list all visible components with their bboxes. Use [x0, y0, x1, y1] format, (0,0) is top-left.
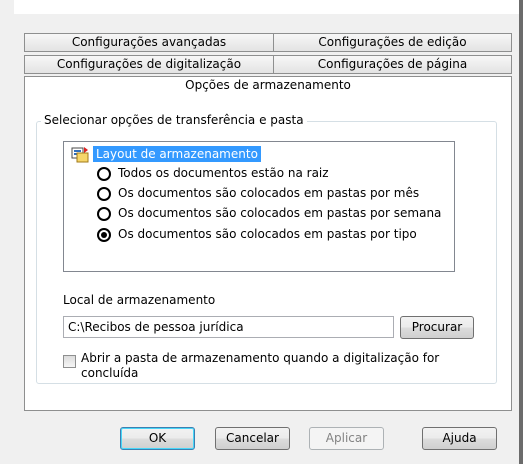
radio-button[interactable]	[97, 207, 111, 221]
radio-label: Os documentos são colocados em pastas po…	[118, 206, 442, 220]
radio-selected-dot	[101, 232, 107, 238]
radio-label: Os documentos são colocados em pastas po…	[118, 227, 417, 241]
folder-layout-icon	[71, 147, 89, 163]
groupbox-title: Selecionar opções de transferência e pas…	[41, 113, 307, 128]
cancel-button[interactable]: Cancelar	[215, 427, 290, 450]
radio-button[interactable]	[97, 187, 111, 201]
radio-button[interactable]	[97, 167, 111, 181]
help-button[interactable]: Ajuda	[422, 427, 497, 450]
tab-edit-settings[interactable]: Configurações de edição	[273, 33, 512, 52]
ok-button[interactable]: OK	[120, 427, 195, 450]
tab-page-settings[interactable]: Configurações de página	[273, 55, 512, 74]
browse-button[interactable]: Procurar	[400, 316, 474, 339]
tree-root-storage-layout[interactable]: Layout de armazenamento	[93, 146, 261, 162]
apply-button[interactable]: Aplicar	[309, 427, 384, 450]
window-right-edge	[519, 0, 523, 464]
storage-location-label: Local de armazenamento	[63, 293, 216, 307]
tab-advanced-settings[interactable]: Configurações avançadas	[24, 33, 274, 52]
window-top-area	[0, 0, 523, 14]
radio-label: Todos os documentos estão na raiz	[118, 166, 329, 180]
radio-label: Os documentos são colocados em pastas po…	[118, 186, 420, 200]
storage-location-input[interactable]	[63, 316, 394, 338]
radio-button-selected[interactable]	[97, 228, 111, 242]
open-folder-checkbox-label: Abrir a pasta de armazenamento quando a …	[81, 351, 440, 380]
tab-scan-settings[interactable]: Configurações de digitalização	[24, 55, 274, 74]
tab-storage-options[interactable]: Opções de armazenamento	[24, 76, 512, 97]
open-folder-checkbox[interactable]	[63, 355, 76, 368]
window-left-edge	[0, 0, 14, 464]
